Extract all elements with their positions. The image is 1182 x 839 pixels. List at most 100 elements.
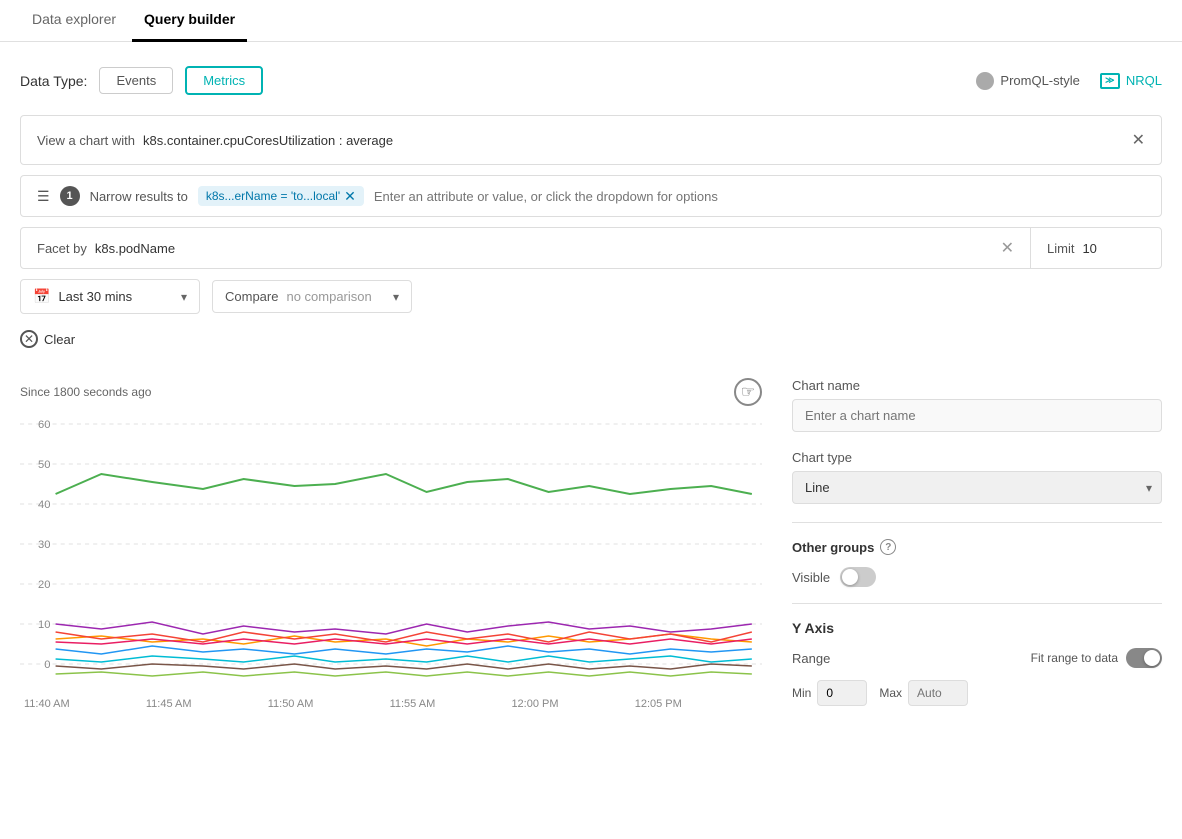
svg-text:60: 60 xyxy=(38,419,50,431)
nrql-label: NRQL xyxy=(1126,73,1162,88)
limit-value: 10 xyxy=(1082,241,1096,256)
view-chart-label: View a chart with xyxy=(37,133,135,148)
min-max-row: Min Max xyxy=(792,680,1162,706)
tab-query-builder-label: Query builder xyxy=(144,11,235,27)
promql-button[interactable]: PromQL-style xyxy=(976,72,1079,90)
chart-type-label: Chart type xyxy=(792,450,1162,465)
svg-text:0: 0 xyxy=(44,659,50,671)
facet-value: k8s.podName xyxy=(95,241,175,256)
filter-tag-remove[interactable]: ✕ xyxy=(344,189,356,203)
promql-label: PromQL-style xyxy=(1000,73,1079,88)
fit-range-label: Fit range to data xyxy=(1031,651,1118,665)
help-icon[interactable]: ? xyxy=(880,539,896,555)
svg-text:20: 20 xyxy=(38,579,50,591)
metrics-button[interactable]: Metrics xyxy=(185,66,263,95)
chart-left: Since 1800 seconds ago ☞ 60 50 40 xyxy=(20,378,762,710)
close-icon[interactable]: ✕ xyxy=(1132,130,1145,150)
compare-label: Compare xyxy=(225,289,278,304)
promql-icon xyxy=(976,72,994,90)
narrow-label: Narrow results to xyxy=(90,189,188,204)
range-label: Range xyxy=(792,651,830,666)
compare-value: no comparison xyxy=(286,289,385,304)
chart-since-row: Since 1800 seconds ago ☞ xyxy=(20,378,762,406)
x-label-0: 11:40 AM xyxy=(24,698,70,710)
chart-name-input[interactable] xyxy=(792,399,1162,432)
main-content: Data Type: Events Metrics PromQL-style ≫… xyxy=(0,42,1182,710)
divider-2 xyxy=(792,603,1162,604)
chart-since-label: Since 1800 seconds ago xyxy=(20,385,151,399)
events-label: Events xyxy=(116,73,156,88)
chart-type-select[interactable]: Line Area Bar Scatter xyxy=(792,471,1162,504)
time-select[interactable]: 📅 Last 30 mins ▾ xyxy=(20,279,200,314)
nrql-icon: ≫ xyxy=(1100,73,1120,89)
y-axis-title: Y Axis xyxy=(792,620,1162,636)
view-chart-left: View a chart with k8s.container.cpuCores… xyxy=(37,133,393,148)
chart-section: Since 1800 seconds ago ☞ 60 50 40 xyxy=(20,368,1162,710)
visible-toggle[interactable] xyxy=(840,567,876,587)
time-value: Last 30 mins xyxy=(58,289,173,304)
top-tabs: Data explorer Query builder xyxy=(0,0,1182,42)
limit-section: Limit 10 xyxy=(1031,231,1161,266)
filter-tag-value: k8s...erName = 'to...local' xyxy=(206,189,340,203)
svg-text:10: 10 xyxy=(38,619,50,631)
clear-label: Clear xyxy=(44,332,75,347)
x-label-2: 11:50 AM xyxy=(268,698,314,710)
tab-data-explorer-label: Data explorer xyxy=(32,11,116,27)
filter-icon: ☰ xyxy=(37,188,50,205)
divider-1 xyxy=(792,522,1162,523)
x-label-3: 11:55 AM xyxy=(390,698,436,710)
events-button[interactable]: Events xyxy=(99,67,173,94)
x-label-4: 12:00 PM xyxy=(511,698,558,710)
svg-text:30: 30 xyxy=(38,539,50,551)
narrow-results-row: ☰ 1 Narrow results to k8s...erName = 'to… xyxy=(20,175,1162,217)
filter-count-badge: 1 xyxy=(60,186,80,206)
facet-row: Facet by k8s.podName ✕ Limit 10 xyxy=(20,227,1162,269)
compare-select[interactable]: Compare no comparison ▾ xyxy=(212,280,412,313)
chart-type-field: Chart type Line Area Bar Scatter ▾ xyxy=(792,450,1162,504)
svg-text:40: 40 xyxy=(38,499,50,511)
data-type-row: Data Type: Events Metrics PromQL-style ≫… xyxy=(20,66,1162,95)
x-label-5: 12:05 PM xyxy=(635,698,682,710)
min-input[interactable] xyxy=(817,680,867,706)
filter-tag: k8s...erName = 'to...local' ✕ xyxy=(198,186,364,206)
chart-type-wrapper: Line Area Bar Scatter ▾ xyxy=(792,471,1162,504)
data-type-right: PromQL-style ≫ NRQL xyxy=(976,72,1162,90)
calendar-icon: 📅 xyxy=(33,288,50,305)
compare-chevron-icon: ▾ xyxy=(393,290,399,304)
tab-query-builder[interactable]: Query builder xyxy=(132,0,247,42)
min-field: Min xyxy=(792,680,867,706)
min-label: Min xyxy=(792,686,811,700)
narrow-input[interactable] xyxy=(374,189,1145,204)
time-chevron-icon: ▾ xyxy=(181,290,187,304)
chart-x-labels: 11:40 AM 11:45 AM 11:50 AM 11:55 AM 12:0… xyxy=(20,698,762,710)
chart-name-label: Chart name xyxy=(792,378,1162,393)
visible-toggle-row: Visible xyxy=(792,567,1162,587)
other-groups-title: Other groups xyxy=(792,540,874,555)
max-input[interactable] xyxy=(908,680,968,706)
chart-right-panel: Chart name Chart type Line Area Bar Scat… xyxy=(782,378,1162,710)
time-row: 📅 Last 30 mins ▾ Compare no comparison ▾ xyxy=(20,279,1162,314)
facet-left: Facet by k8s.podName ✕ xyxy=(21,228,1030,268)
fit-range-toggle[interactable] xyxy=(1126,648,1162,668)
other-groups-section: Other groups ? xyxy=(792,539,1162,555)
facet-label: Facet by xyxy=(37,241,87,256)
fit-range-knob xyxy=(1144,650,1160,666)
facet-remove[interactable]: ✕ xyxy=(1001,238,1014,258)
chart-name-field: Chart name xyxy=(792,378,1162,432)
view-chart-value: k8s.container.cpuCoresUtilization : aver… xyxy=(143,133,393,148)
toggle-knob xyxy=(842,569,858,585)
visible-label: Visible xyxy=(792,570,830,585)
clear-circle-icon: ✕ xyxy=(20,330,38,348)
cursor-icon[interactable]: ☞ xyxy=(734,378,762,406)
max-field: Max xyxy=(879,680,968,706)
data-type-label: Data Type: xyxy=(20,73,87,89)
limit-label: Limit xyxy=(1047,241,1074,256)
svg-text:50: 50 xyxy=(38,459,50,471)
nrql-button[interactable]: ≫ NRQL xyxy=(1100,73,1162,89)
clear-button[interactable]: ✕ Clear xyxy=(20,330,75,348)
y-axis-section: Y Axis Range Fit range to data Min xyxy=(792,620,1162,706)
view-chart-row: View a chart with k8s.container.cpuCores… xyxy=(20,115,1162,165)
x-label-1: 11:45 AM xyxy=(146,698,192,710)
range-row: Range Fit range to data xyxy=(792,648,1162,668)
tab-data-explorer[interactable]: Data explorer xyxy=(20,0,128,42)
